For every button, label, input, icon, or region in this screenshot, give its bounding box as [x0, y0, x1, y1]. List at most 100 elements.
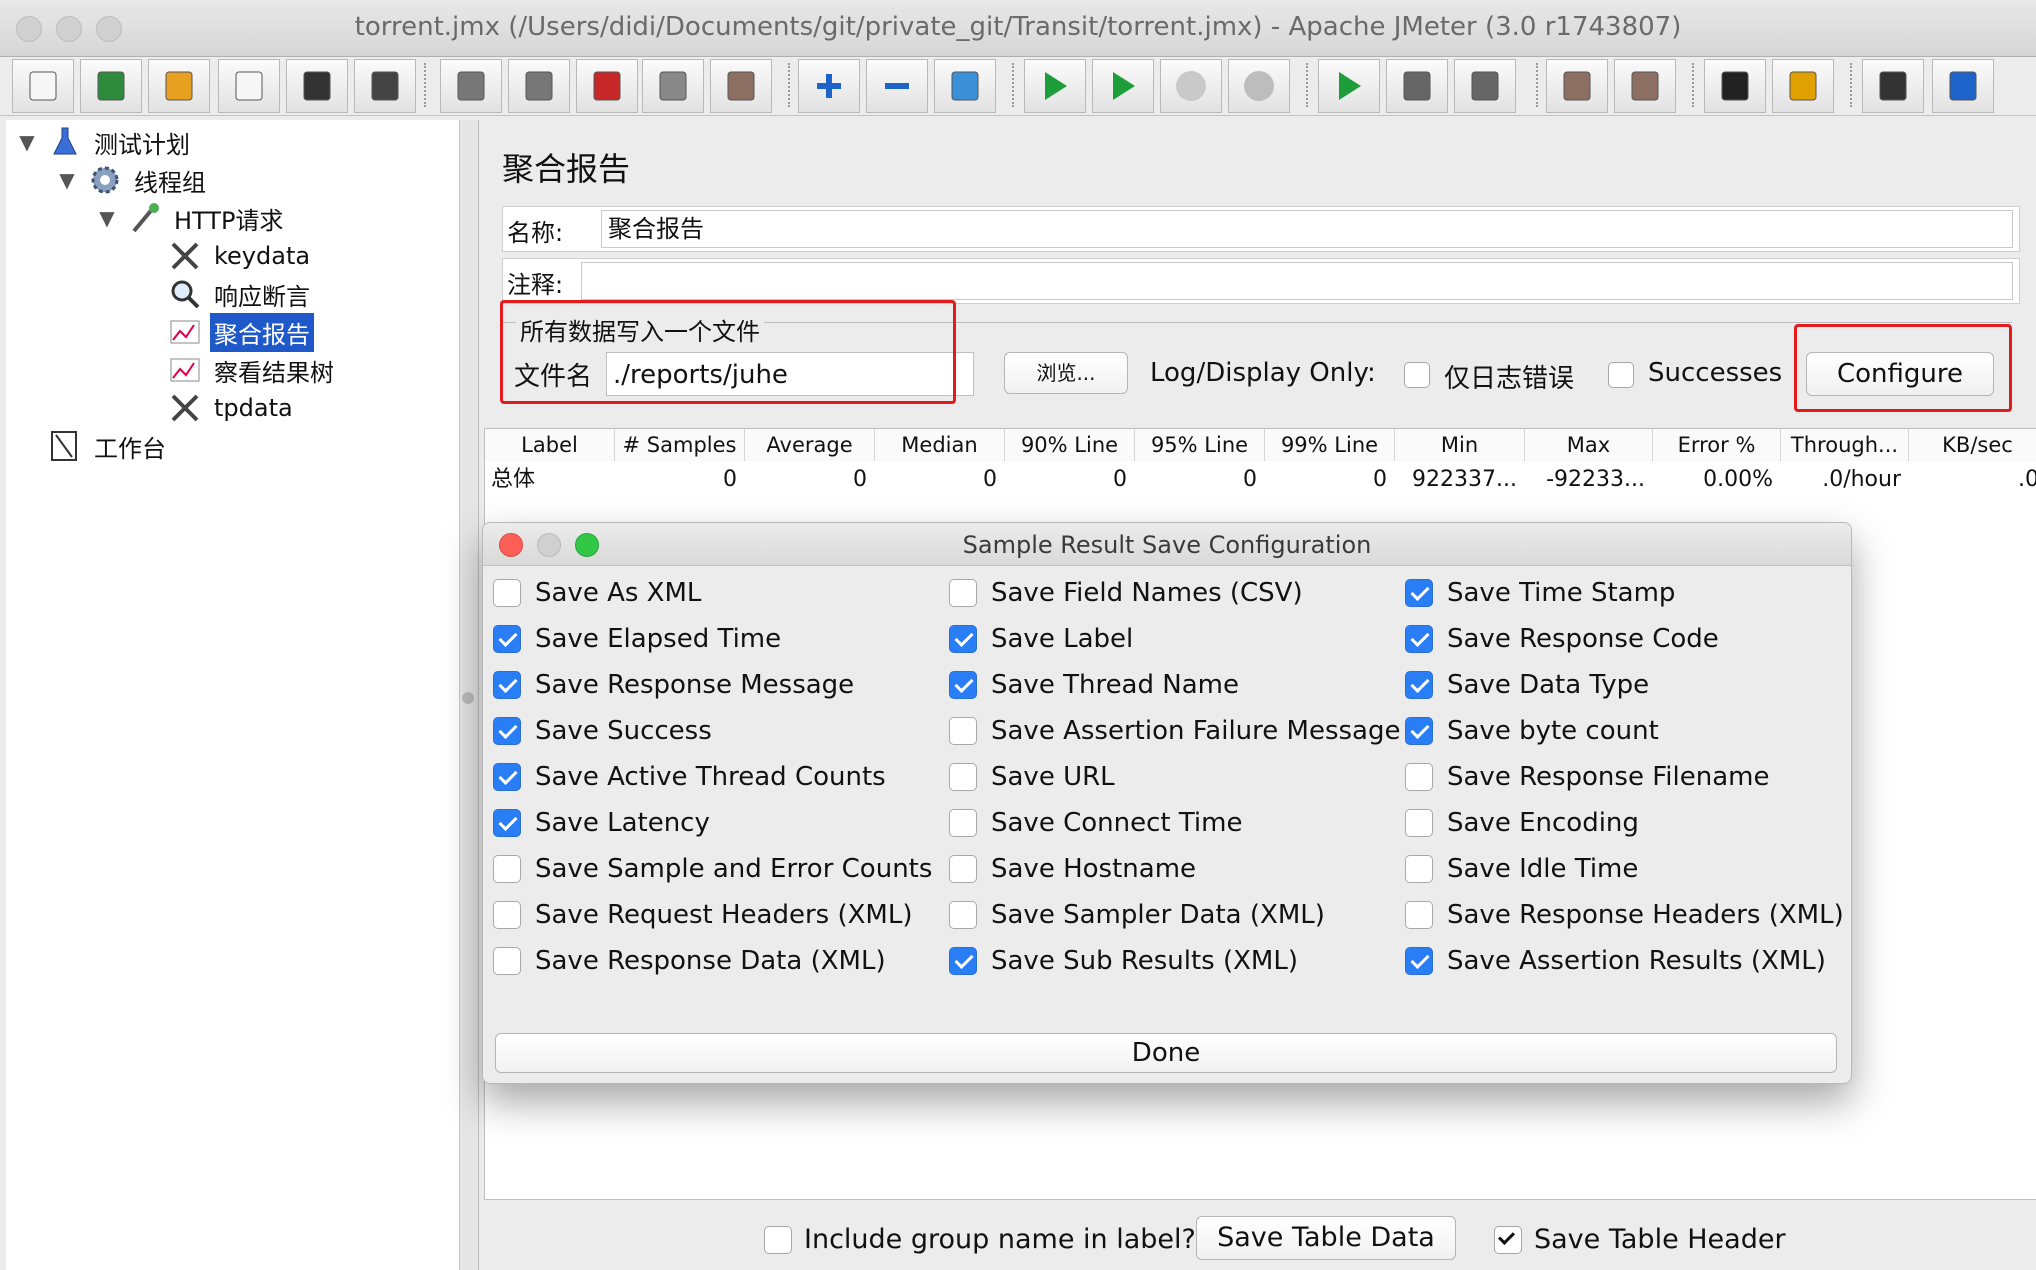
paste-button[interactable]	[710, 59, 772, 113]
save-option-checkbox[interactable]	[493, 809, 521, 837]
save-option[interactable]: Save Sampler Data (XML)	[949, 897, 1325, 933]
column-header[interactable]: Min	[1395, 429, 1525, 461]
reset-search-button[interactable]	[1772, 59, 1834, 113]
column-header[interactable]: # Samples	[615, 429, 745, 461]
save-option-checkbox[interactable]	[493, 671, 521, 699]
clear-all-button[interactable]	[1614, 59, 1676, 113]
expand-button[interactable]	[798, 59, 860, 113]
save-table-data-button[interactable]: Save Table Data	[1196, 1216, 1456, 1260]
save-option[interactable]: Save Hostname	[949, 851, 1196, 887]
tree-node-workbench[interactable]: 工作台	[48, 428, 170, 464]
save-option[interactable]: Save Latency	[493, 805, 710, 841]
expanded-triangle-icon[interactable]: ▼	[96, 206, 118, 230]
close-button[interactable]	[218, 59, 280, 113]
save-option[interactable]: Save Sample and Error Counts	[493, 851, 932, 887]
start-button[interactable]	[1024, 59, 1086, 113]
save-option-checkbox[interactable]	[493, 947, 521, 975]
column-header[interactable]: 90% Line	[1005, 429, 1135, 461]
save-option-checkbox[interactable]	[949, 901, 977, 929]
redo-button[interactable]	[508, 59, 570, 113]
divider-knob[interactable]	[462, 692, 474, 704]
column-header[interactable]: Through...	[1781, 429, 1909, 461]
search-button[interactable]	[1704, 59, 1766, 113]
tree-node-aggregate-report[interactable]: 聚合报告	[168, 312, 314, 352]
tree-node-keydata[interactable]: keydata	[168, 238, 314, 274]
comment-input[interactable]	[581, 262, 2013, 300]
name-input[interactable]: 聚合报告	[601, 210, 2013, 248]
remote-start-button[interactable]	[1318, 59, 1380, 113]
collapse-button[interactable]	[866, 59, 928, 113]
save-option-checkbox[interactable]	[493, 901, 521, 929]
tree-node-tpdata[interactable]: tpdata	[168, 390, 297, 426]
clear-button[interactable]	[1546, 59, 1608, 113]
save-option-checkbox[interactable]	[493, 625, 521, 653]
help-button[interactable]	[1932, 59, 1994, 113]
save-option[interactable]: Save Sub Results (XML)	[949, 943, 1298, 979]
successes-checkbox[interactable]	[1608, 362, 1634, 388]
save-option[interactable]: Save Elapsed Time	[493, 621, 781, 657]
save-option-checkbox[interactable]	[1405, 671, 1433, 699]
save-option[interactable]: Save Label	[949, 621, 1133, 657]
save-option-checkbox[interactable]	[1405, 947, 1433, 975]
save-option[interactable]: Save Response Message	[493, 667, 854, 703]
save-option-checkbox[interactable]	[949, 855, 977, 883]
split-pane-divider[interactable]	[460, 120, 479, 1270]
tree-node-view-results-tree[interactable]: 察看结果树	[168, 352, 338, 388]
column-header[interactable]: Max	[1525, 429, 1653, 461]
save-option[interactable]: Save Idle Time	[1405, 851, 1638, 887]
save-option[interactable]: Save Field Names (CSV)	[949, 575, 1303, 611]
undo-button[interactable]	[440, 59, 502, 113]
save-option[interactable]: Save Request Headers (XML)	[493, 897, 912, 933]
save-option-checkbox[interactable]	[949, 947, 977, 975]
save-option[interactable]: Save Data Type	[1405, 667, 1649, 703]
templates-button[interactable]	[80, 59, 142, 113]
save-option[interactable]: Save Connect Time	[949, 805, 1242, 841]
save-option[interactable]: Save Response Filename	[1405, 759, 1769, 795]
save-option-checkbox[interactable]	[949, 809, 977, 837]
save-button[interactable]	[286, 59, 348, 113]
errors-only-checkbox[interactable]	[1404, 362, 1430, 388]
expanded-triangle-icon[interactable]: ▼	[56, 168, 78, 192]
done-button[interactable]: Done	[495, 1033, 1837, 1073]
column-header[interactable]: Median	[875, 429, 1005, 461]
save-option-checkbox[interactable]	[1405, 901, 1433, 929]
save-option-checkbox[interactable]	[949, 625, 977, 653]
save-option[interactable]: Save Response Headers (XML)	[1405, 897, 1844, 933]
function-helper-button[interactable]	[1862, 59, 1924, 113]
tree-node-response-assertion[interactable]: 响应断言	[168, 276, 314, 312]
save-option[interactable]: Save Active Thread Counts	[493, 759, 886, 795]
column-header[interactable]: Average	[745, 429, 875, 461]
tree-node-thread-group[interactable]: ▼ 线程组	[56, 162, 210, 198]
column-header[interactable]: Label	[485, 429, 615, 461]
tree-node-test-plan[interactable]: ▼ 测试计划	[16, 124, 194, 160]
save-option[interactable]: Save Thread Name	[949, 667, 1239, 703]
open-button[interactable]	[148, 59, 210, 113]
save-option-checkbox[interactable]	[1405, 625, 1433, 653]
shutdown-button[interactable]	[1228, 59, 1290, 113]
save-option[interactable]: Save As XML	[493, 575, 701, 611]
column-header[interactable]: Error %	[1653, 429, 1781, 461]
start-no-pause-button[interactable]	[1092, 59, 1154, 113]
save-as-button[interactable]	[354, 59, 416, 113]
save-option-checkbox[interactable]	[493, 717, 521, 745]
tree-node-http-request[interactable]: ▼ HTTP请求	[96, 200, 287, 236]
expanded-triangle-icon[interactable]: ▼	[16, 130, 38, 154]
cut-button[interactable]	[576, 59, 638, 113]
include-group-checkbox[interactable]	[764, 1226, 792, 1254]
save-option-checkbox[interactable]	[1405, 717, 1433, 745]
save-option-checkbox[interactable]	[949, 671, 977, 699]
save-option[interactable]: Save Encoding	[1405, 805, 1639, 841]
save-option[interactable]: Save Assertion Failure Message	[949, 713, 1400, 749]
save-option-checkbox[interactable]	[1405, 809, 1433, 837]
save-option[interactable]: Save Assertion Results (XML)	[1405, 943, 1826, 979]
column-header[interactable]: 99% Line	[1265, 429, 1395, 461]
save-option[interactable]: Save byte count	[1405, 713, 1659, 749]
save-table-header-checkbox[interactable]	[1494, 1226, 1522, 1254]
stop-button[interactable]	[1160, 59, 1222, 113]
column-header[interactable]: KB/sec	[1909, 429, 2036, 461]
save-option-checkbox[interactable]	[949, 763, 977, 791]
save-option-checkbox[interactable]	[493, 763, 521, 791]
toggle-button[interactable]	[934, 59, 996, 113]
save-option[interactable]: Save Time Stamp	[1405, 575, 1675, 611]
remote-stop-button[interactable]	[1386, 59, 1448, 113]
